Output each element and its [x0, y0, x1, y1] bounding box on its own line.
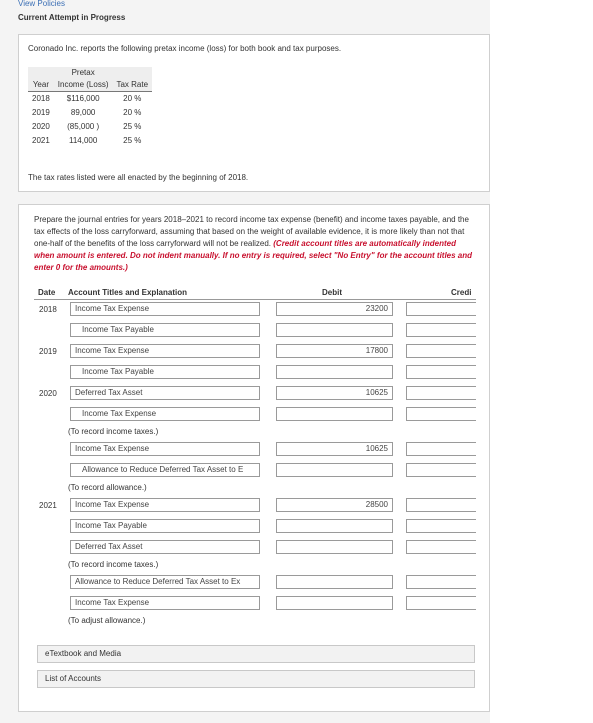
problem-card: Coronado Inc. reports the following pret…: [18, 34, 490, 192]
debit-field[interactable]: [276, 519, 393, 533]
credit-field[interactable]: [406, 407, 476, 421]
debit-field[interactable]: [276, 407, 393, 421]
etextbook-media-button[interactable]: eTextbook and Media: [37, 645, 475, 663]
credit-field[interactable]: [406, 498, 476, 512]
credit-field[interactable]: [406, 463, 476, 477]
account-title-field[interactable]: Income Tax Payable: [70, 519, 260, 533]
entry-memo: (To record income taxes.): [68, 560, 159, 569]
account-title-field[interactable]: Deferred Tax Asset: [70, 540, 260, 554]
problem-intro: Coronado Inc. reports the following pret…: [28, 44, 342, 53]
debit-field[interactable]: 28500: [276, 498, 393, 512]
credit-field[interactable]: [406, 344, 476, 358]
credit-field[interactable]: [406, 365, 476, 379]
debit-field[interactable]: [276, 575, 393, 589]
account-title-field[interactable]: Income Tax Expense: [70, 498, 260, 512]
entry-memo: (To adjust allowance.): [68, 616, 146, 625]
credit-field[interactable]: [406, 302, 476, 316]
debit-field[interactable]: 23200: [276, 302, 393, 316]
header-credit: Credi: [451, 288, 472, 297]
account-title-field[interactable]: Income Tax Expense: [70, 442, 260, 456]
list-of-accounts-button[interactable]: List of Accounts: [37, 670, 475, 688]
account-title-field[interactable]: Income Tax Expense: [70, 407, 260, 421]
entry-memo: (To record allowance.): [68, 483, 147, 492]
col-income-top: Pretax: [53, 67, 113, 79]
account-title-field[interactable]: Deferred Tax Asset: [70, 386, 260, 400]
entry-date: 2019: [39, 347, 57, 356]
header-account: Account Titles and Explanation: [68, 288, 187, 297]
main-panel: View Policies Current Attempt in Progres…: [0, 0, 490, 723]
debit-field[interactable]: 10625: [276, 442, 393, 456]
debit-field[interactable]: [276, 365, 393, 379]
instructions: Prepare the journal entries for years 20…: [34, 214, 474, 274]
debit-field[interactable]: [276, 323, 393, 337]
entry-date: 2021: [39, 501, 57, 510]
header-divider: [34, 299, 476, 300]
col-year: Year: [28, 79, 54, 92]
account-title-field[interactable]: Income Tax Payable: [70, 365, 260, 379]
debit-field[interactable]: [276, 596, 393, 610]
header-date: Date: [38, 288, 56, 297]
debit-field[interactable]: [276, 463, 393, 477]
account-title-field[interactable]: Income Tax Payable: [70, 323, 260, 337]
table-row: 2021 114,000 25 %: [32, 136, 142, 145]
debit-field[interactable]: 17800: [276, 344, 393, 358]
entry-memo: (To record income taxes.): [68, 427, 159, 436]
credit-field[interactable]: [406, 596, 476, 610]
col-income: Income (Loss): [53, 79, 113, 92]
tax-rate-note: The tax rates listed were all enacted by…: [28, 173, 249, 182]
credit-field[interactable]: [406, 540, 476, 554]
account-title-field[interactable]: Allowance to Reduce Deferred Tax Asset t…: [70, 463, 260, 477]
table-row: 2018 $116,000 20 %: [32, 94, 142, 103]
header-debit: Debit: [322, 288, 342, 297]
journal-card: Prepare the journal entries for years 20…: [18, 204, 490, 712]
attempt-status: Current Attempt in Progress: [18, 13, 126, 22]
credit-field[interactable]: [406, 575, 476, 589]
entry-date: 2018: [39, 305, 57, 314]
col-rate: Tax Rate: [112, 79, 153, 92]
debit-field[interactable]: 10625: [276, 386, 393, 400]
credit-field[interactable]: [406, 323, 476, 337]
entry-date: 2020: [39, 389, 57, 398]
account-title-field[interactable]: Income Tax Expense: [70, 596, 260, 610]
view-policies-link[interactable]: View Policies: [18, 0, 65, 8]
table-row: 2020 (85,000 ) 25 %: [32, 122, 142, 131]
account-title-field[interactable]: Allowance to Reduce Deferred Tax Asset t…: [70, 575, 260, 589]
credit-field[interactable]: [406, 386, 476, 400]
account-title-field[interactable]: Income Tax Expense: [70, 302, 260, 316]
tax-rate-table: Pretax Year Income (Loss) Tax Rate 2018 …: [28, 67, 153, 148]
debit-field[interactable]: [276, 540, 393, 554]
table-row: 2019 89,000 20 %: [32, 108, 142, 117]
credit-field[interactable]: [406, 519, 476, 533]
account-title-field[interactable]: Income Tax Expense: [70, 344, 260, 358]
credit-field[interactable]: [406, 442, 476, 456]
